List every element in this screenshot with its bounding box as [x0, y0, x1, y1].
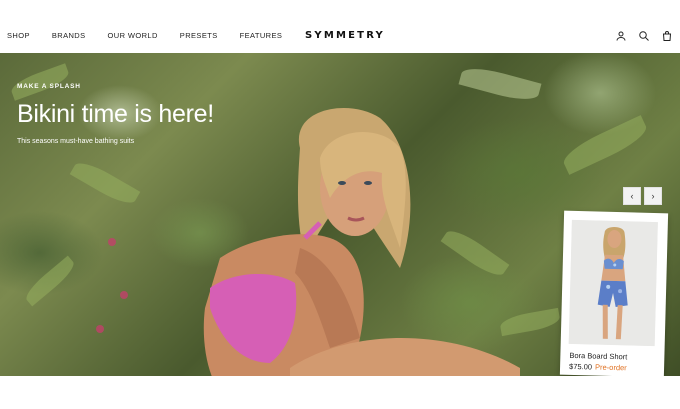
product-price: $75.00: [568, 361, 593, 372]
nav-features[interactable]: FEATURES: [240, 31, 283, 40]
nav-presets[interactable]: PRESETS: [180, 31, 218, 40]
model-photo: [203, 108, 520, 376]
hero-subtitle: This seasons must-have bathing suits: [17, 138, 135, 145]
search-icon[interactable]: [637, 29, 650, 42]
carousel-prev-button[interactable]: ‹: [623, 187, 641, 205]
nav-shop[interactable]: SHOP: [7, 31, 30, 40]
chevron-left-icon: ‹: [630, 191, 634, 201]
foliage-leaf: [8, 63, 72, 101]
product-name[interactable]: Bora Board Short: [569, 351, 627, 362]
page-bottom: [0, 376, 680, 409]
site-header: SHOP BRANDS OUR WORLD PRESETS FEATURES S…: [0, 0, 680, 52]
brand-logo[interactable]: SYMMETRY: [305, 30, 385, 41]
product-card[interactable]: Bora Board Short $75.00 Pre-order: [559, 210, 669, 378]
carousel-next-button[interactable]: ›: [644, 187, 662, 205]
chevron-right-icon: ›: [651, 191, 655, 201]
bag-icon[interactable]: [660, 29, 673, 42]
header-icons: [614, 29, 673, 42]
account-icon[interactable]: [614, 29, 627, 42]
hero-kicker: MAKE A SPLASH: [17, 83, 81, 90]
flower: [96, 325, 104, 333]
nav-our-world[interactable]: OUR WORLD: [108, 31, 158, 40]
nav-brands[interactable]: BRANDS: [52, 31, 86, 40]
main-nav: SHOP BRANDS OUR WORLD PRESETS FEATURES: [7, 31, 304, 40]
hero-title: Bikini time is here!: [17, 100, 214, 128]
product-image[interactable]: [568, 219, 658, 347]
foliage-leaf: [559, 115, 651, 175]
preorder-badge: Pre-order: [594, 362, 627, 373]
foliage-leaf: [21, 255, 79, 307]
flower: [108, 238, 116, 246]
product-model-illustration: [568, 219, 658, 347]
